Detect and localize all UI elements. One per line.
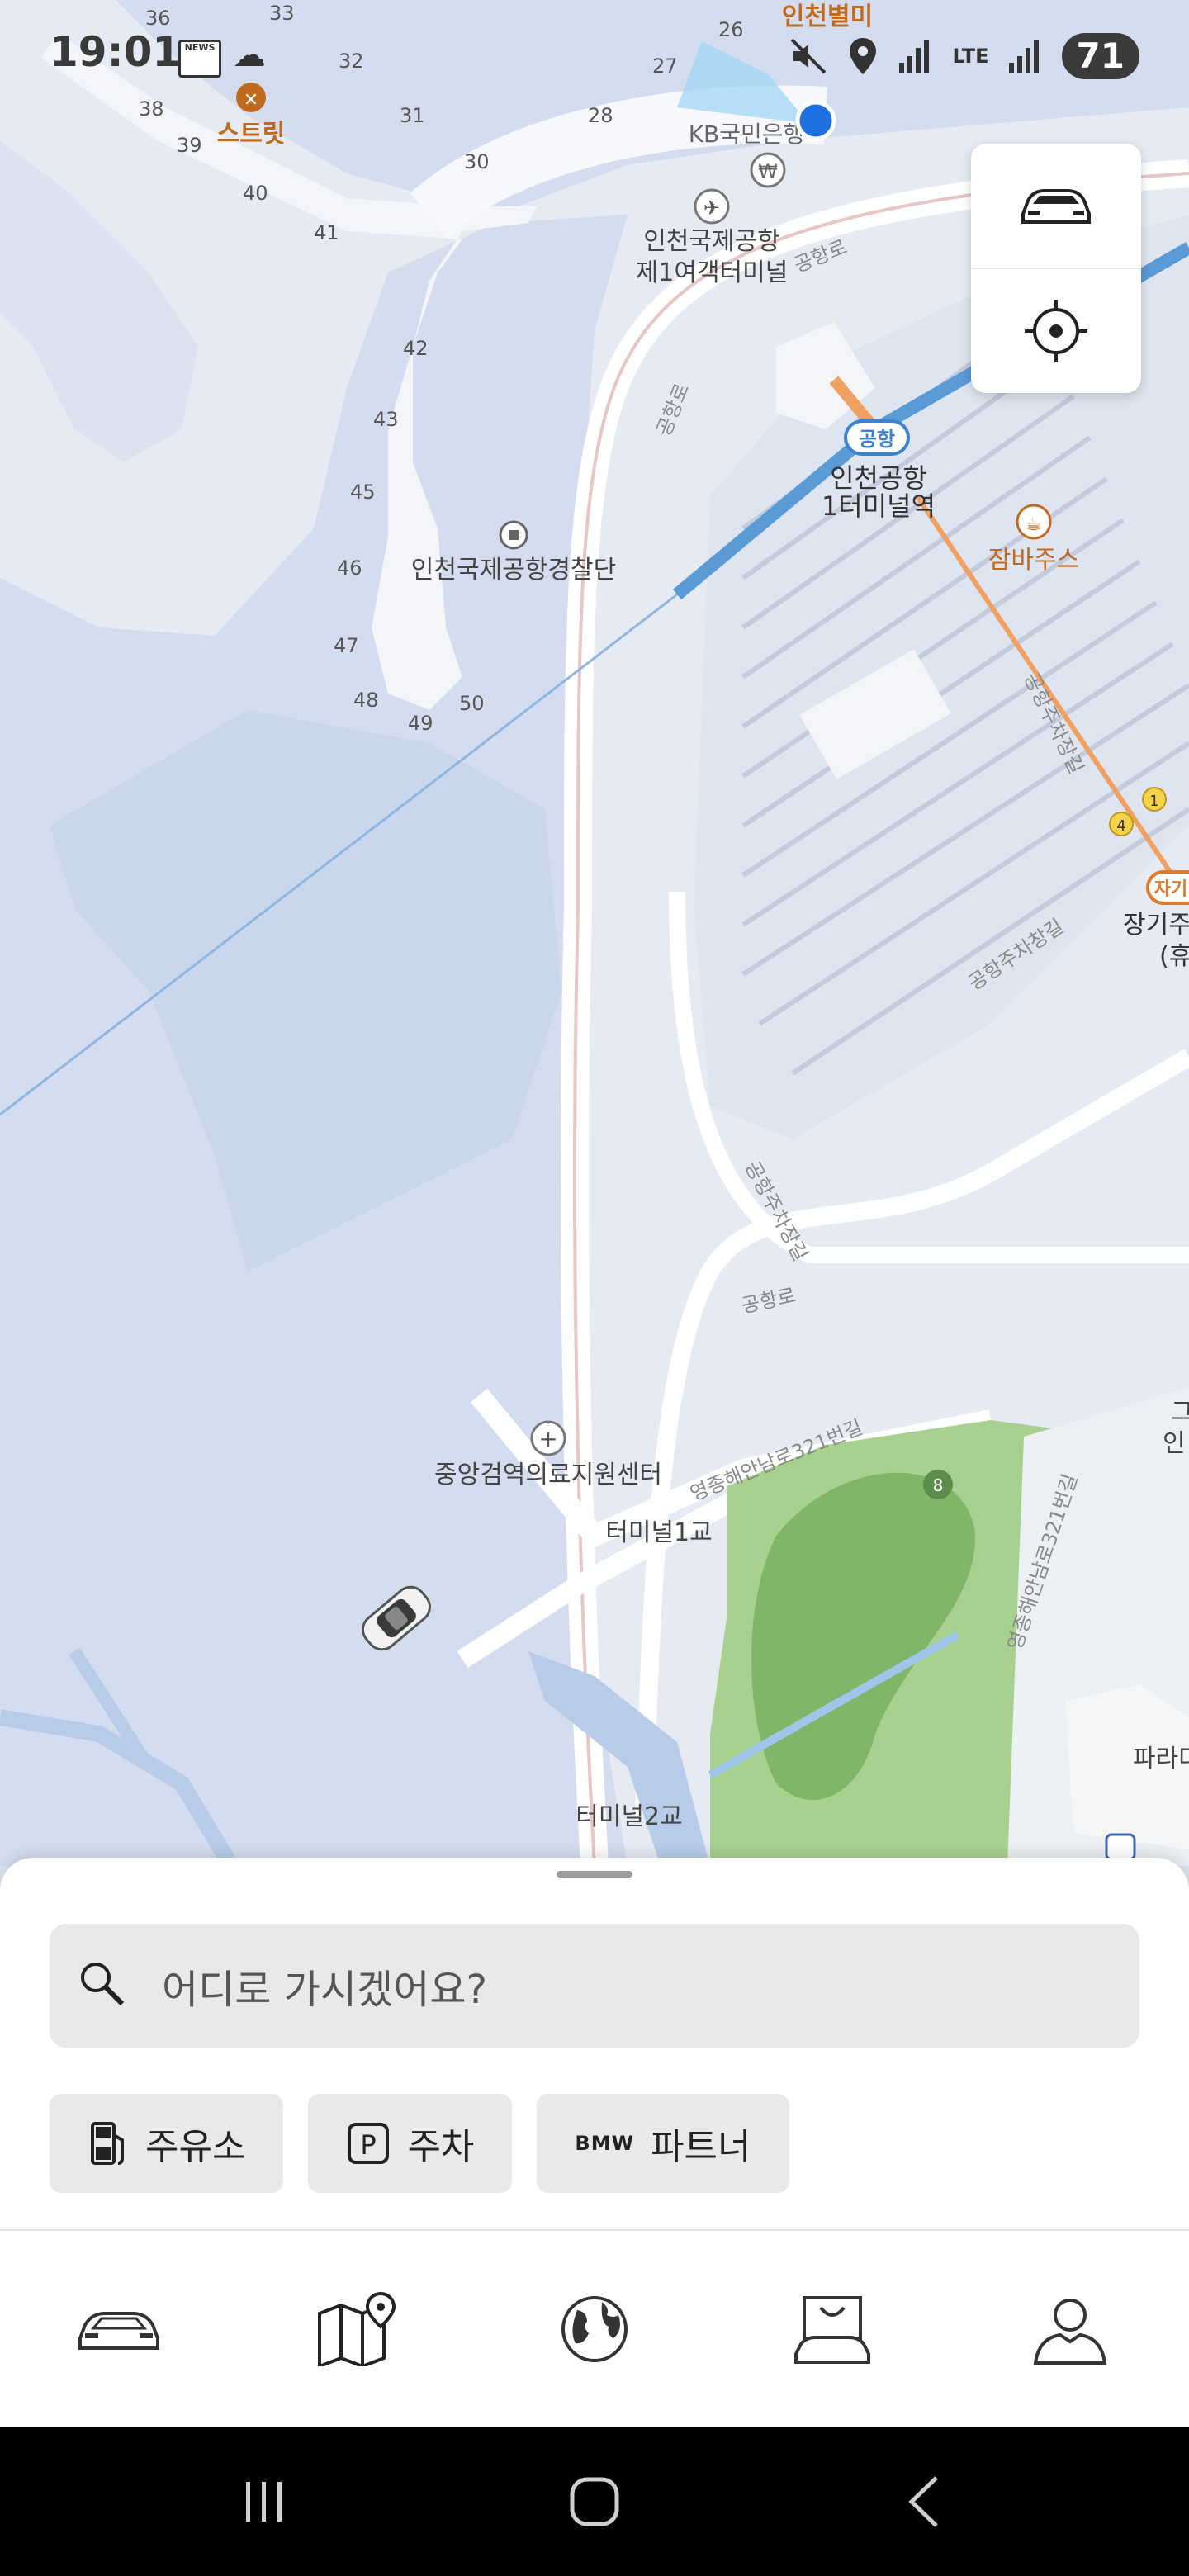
nav-tab-shop[interactable] bbox=[750, 2231, 915, 2427]
map-controls bbox=[971, 144, 1141, 393]
bottom-sheet: 어디로 가시겠어요? 주유소 P 주차 BMW 파트너 bbox=[0, 1858, 1189, 2427]
station-badge: 공항 bbox=[859, 428, 895, 451]
back-button[interactable] bbox=[883, 2427, 966, 2576]
poi-terminal1-l2: 제1여객터미널 bbox=[636, 258, 789, 287]
my-location-button[interactable] bbox=[971, 269, 1141, 393]
poi-edge-2: 인 bbox=[1163, 1429, 1186, 1458]
mute-icon bbox=[791, 38, 827, 74]
poi-street: 스트릿 bbox=[217, 120, 286, 149]
bmw-logo: BMW bbox=[575, 2132, 635, 2155]
status-icons: LTE 71 bbox=[789, 33, 1139, 79]
poi-bridge1: 터미널1교 bbox=[605, 1518, 713, 1547]
weather-icon: ☁ bbox=[233, 36, 266, 74]
globe-icon bbox=[561, 2296, 628, 2362]
nav-tab-profile[interactable] bbox=[988, 2231, 1153, 2427]
gate-number: 47 bbox=[334, 634, 359, 657]
poi-long-term-l1: 장기주 bbox=[1123, 911, 1189, 940]
poi-bridge2: 터미널2교 bbox=[576, 1802, 683, 1831]
gate-number: 43 bbox=[373, 408, 399, 431]
chip-label: 주차 bbox=[407, 2126, 475, 2168]
news-icon: NEWS bbox=[178, 40, 221, 78]
poi-station-l2: 1터미널역 bbox=[822, 490, 936, 522]
poi-kb-bank: KB국민은행 bbox=[689, 121, 805, 148]
sheet-drag-handle[interactable] bbox=[557, 1871, 632, 1878]
chip-parking[interactable]: P 주차 bbox=[308, 2094, 513, 2193]
chip-bmw-partner[interactable]: BMW 파트너 bbox=[537, 2094, 789, 2193]
route-badge: 4 bbox=[1116, 817, 1125, 835]
signal-icon-2 bbox=[1008, 40, 1039, 73]
location-icon bbox=[850, 38, 877, 74]
poi-edge-1: 그 bbox=[1171, 1398, 1189, 1427]
chip-gas-station[interactable]: 주유소 bbox=[50, 2094, 284, 2193]
gate-number: 46 bbox=[337, 556, 362, 580]
current-location-dot bbox=[795, 100, 836, 141]
gate-number: 45 bbox=[350, 481, 376, 504]
poi-medical: 중앙검역의료지원센터 bbox=[434, 1461, 662, 1489]
poi-jamba: 잠바주스 bbox=[988, 546, 1079, 575]
search-icon bbox=[81, 1963, 125, 2006]
home-button[interactable] bbox=[553, 2427, 636, 2576]
vehicle-location-button[interactable] bbox=[971, 144, 1141, 268]
poi-station-l1: 인천공항 bbox=[830, 462, 927, 494]
nav-tab-explore[interactable] bbox=[512, 2231, 677, 2427]
svg-text:+: + bbox=[538, 1425, 557, 1452]
golf-marker: 8 bbox=[933, 1475, 944, 1495]
poi-long-term-l2: (휴 bbox=[1159, 942, 1189, 971]
home-icon bbox=[570, 2477, 619, 2526]
back-icon bbox=[908, 2476, 938, 2527]
gate-number: 30 bbox=[464, 150, 490, 173]
poi-terminal1-l1: 인천국제공항 bbox=[643, 227, 780, 256]
poi-paradise: 파라다 bbox=[1133, 1745, 1189, 1773]
gate-number: 41 bbox=[314, 221, 339, 244]
gate-number: 42 bbox=[403, 337, 429, 360]
poi-police: 인천국제공항경찰단 bbox=[411, 556, 616, 585]
svg-text:₩: ₩ bbox=[758, 160, 778, 183]
shopping-car-icon bbox=[794, 2296, 870, 2364]
recents-icon bbox=[246, 2482, 282, 2522]
gate-number: 48 bbox=[353, 689, 379, 712]
chip-label: 파트너 bbox=[651, 2126, 751, 2168]
status-time: 19:01 bbox=[50, 28, 182, 76]
recents-button[interactable] bbox=[223, 2427, 306, 2576]
battery-indicator: 71 bbox=[1061, 33, 1139, 79]
route-badge: 1 bbox=[1149, 793, 1158, 810]
nav-tab-map[interactable] bbox=[274, 2231, 439, 2427]
car-icon bbox=[1021, 189, 1091, 224]
user-icon bbox=[1033, 2299, 1107, 2365]
search-placeholder: 어디로 가시겠어요? bbox=[162, 1967, 488, 2013]
car-icon bbox=[78, 2312, 159, 2350]
status-bar: 19:01 NEWS ☁ LTE 71 bbox=[0, 0, 1189, 107]
svg-text:☕: ☕ bbox=[1026, 514, 1042, 535]
gate-number: 31 bbox=[400, 104, 425, 127]
gate-number: 28 bbox=[588, 104, 613, 127]
category-chips: 주유소 P 주차 BMW 파트너 bbox=[50, 2094, 789, 2193]
gate-number: 40 bbox=[243, 182, 268, 205]
system-navigation-bar bbox=[0, 2427, 1189, 2576]
long-term-badge: 자기 bbox=[1154, 879, 1187, 900]
nav-tab-car[interactable] bbox=[36, 2231, 201, 2427]
map-pin-icon bbox=[318, 2292, 396, 2366]
destination-search-bar[interactable]: 어디로 가시겠어요? bbox=[50, 1924, 1139, 2048]
network-type: LTE bbox=[952, 45, 989, 68]
gate-number: 49 bbox=[408, 712, 433, 735]
gate-number: 39 bbox=[177, 134, 202, 157]
gate-number: 50 bbox=[459, 692, 485, 715]
signal-icon bbox=[899, 40, 930, 73]
bottom-navigation bbox=[0, 2231, 1189, 2427]
chip-label: 주유소 bbox=[145, 2126, 246, 2168]
parking-icon: P bbox=[348, 2123, 390, 2164]
crosshair-icon bbox=[1025, 300, 1087, 362]
svg-text:P: P bbox=[361, 2129, 377, 2161]
fuel-pump-icon bbox=[91, 2122, 124, 2165]
svg-text:✈: ✈ bbox=[703, 197, 720, 220]
